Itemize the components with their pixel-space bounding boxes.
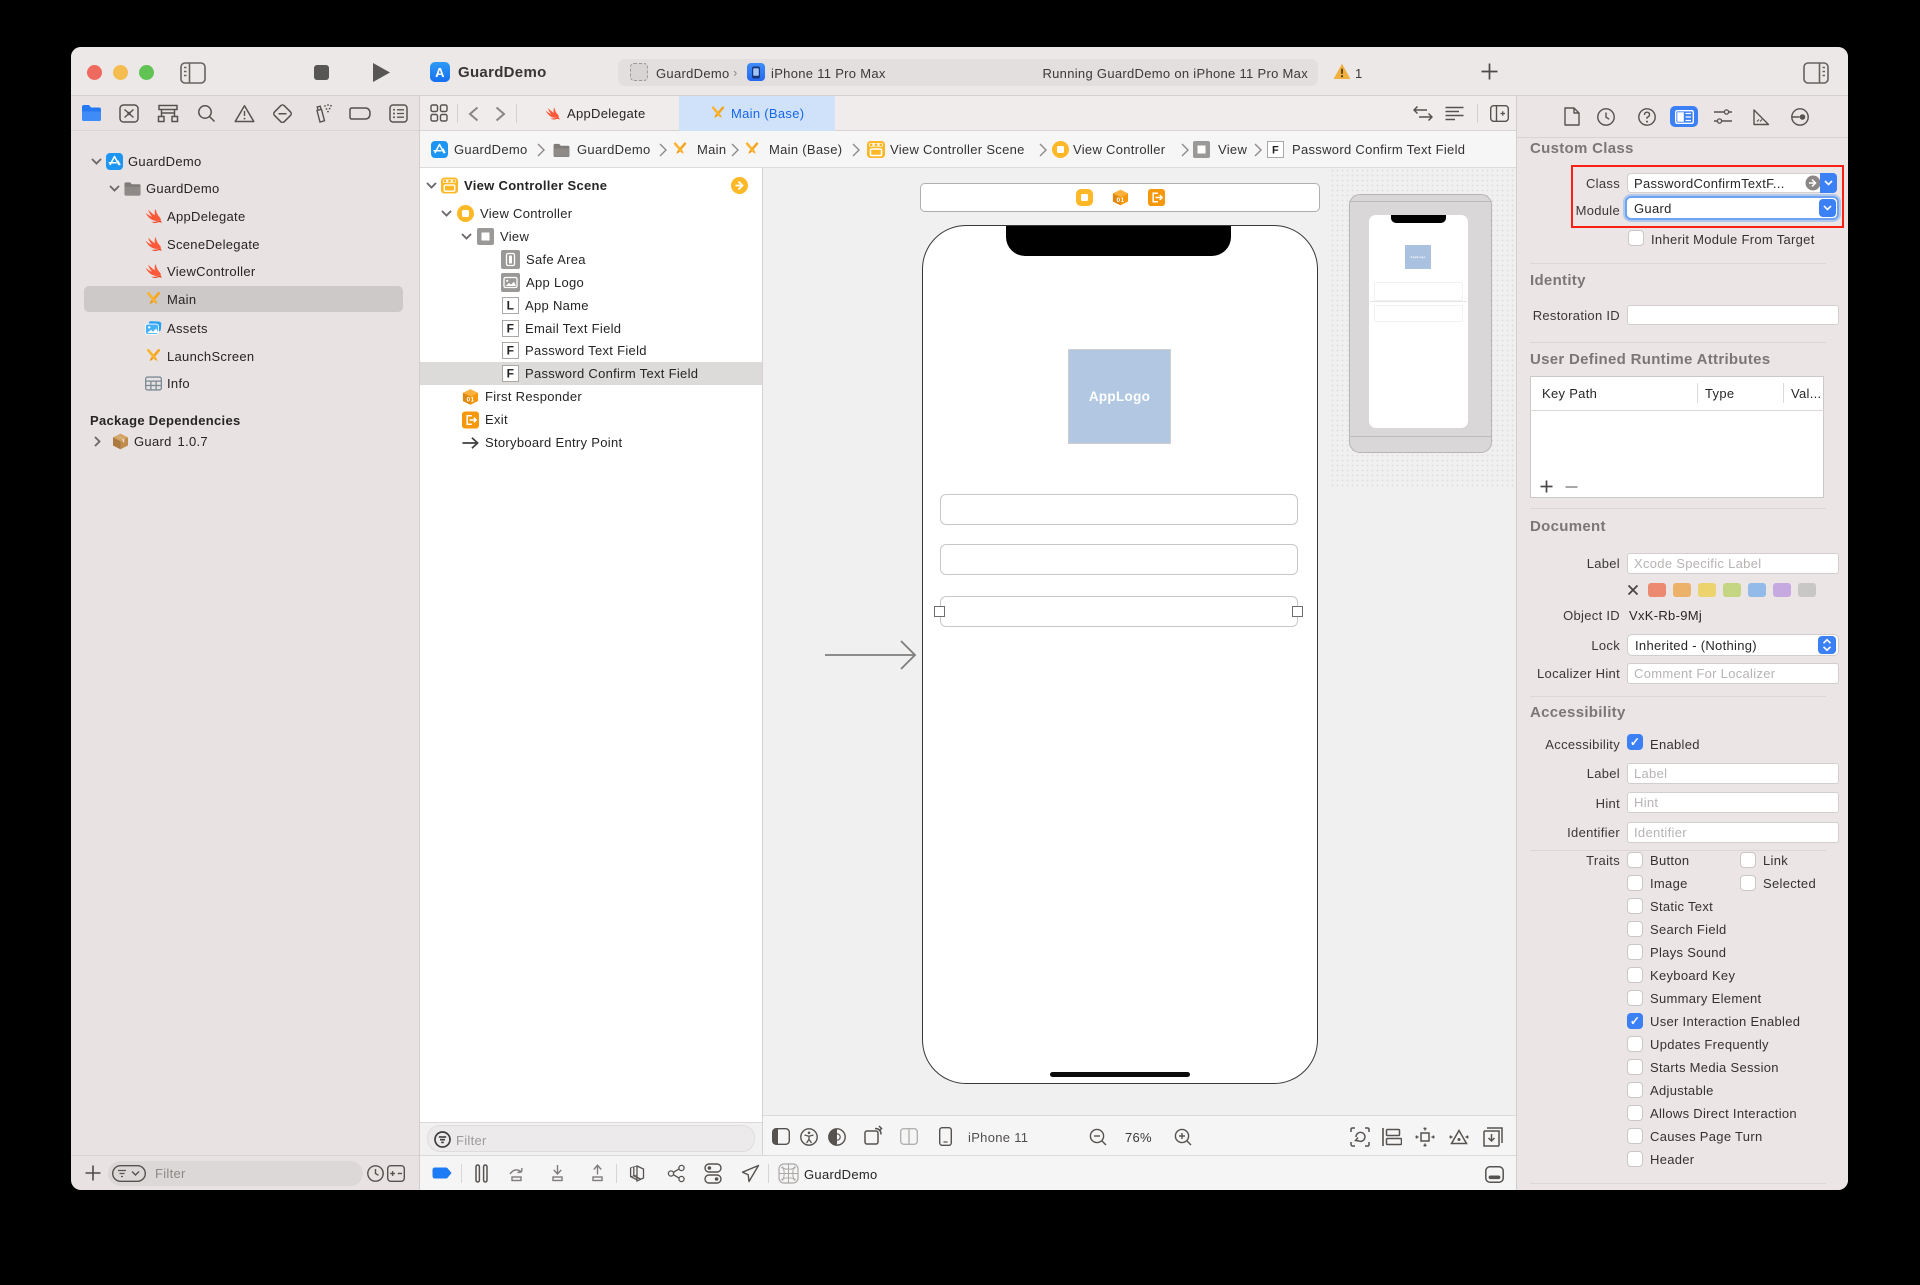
svg-text:F: F	[507, 344, 515, 358]
svg-text:F: F	[1272, 145, 1279, 157]
svg-text:01: 01	[467, 396, 475, 403]
svg-text:L: L	[507, 299, 515, 313]
svg-text:01: 01	[1117, 197, 1125, 204]
svg-text:F: F	[507, 322, 515, 336]
svg-text:F: F	[507, 367, 515, 381]
